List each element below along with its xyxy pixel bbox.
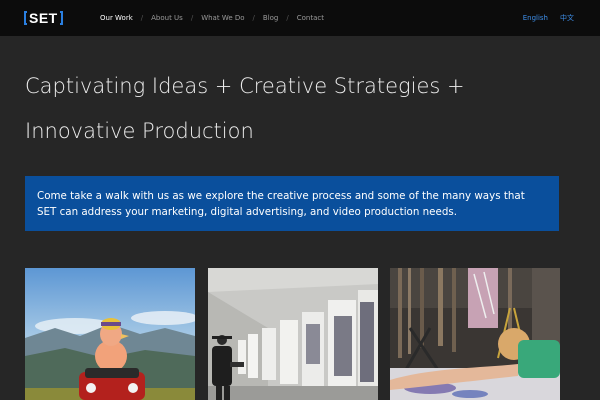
- top-navigation-bar: SET Our Work / About Us / What We Do / B…: [0, 0, 600, 36]
- nav-separator: /: [252, 14, 255, 22]
- nav-about-us[interactable]: About Us: [151, 14, 183, 22]
- logo-right-bracket: [59, 11, 63, 25]
- nav-our-work[interactable]: Our Work: [100, 14, 133, 22]
- nav-blog[interactable]: Blog: [263, 14, 278, 22]
- language-switcher: English 中文: [523, 13, 574, 23]
- studio-image: [390, 268, 560, 400]
- gallery-image: [208, 268, 378, 400]
- duck-car-image: [25, 268, 195, 400]
- page-headline: Captivating Ideas + Creative Strategies …: [25, 74, 465, 143]
- set-logo[interactable]: SET: [24, 10, 63, 26]
- intro-callout: Come take a walk with us as we explore t…: [25, 176, 559, 231]
- portfolio-card-duck-car[interactable]: [25, 268, 195, 400]
- lang-chinese-link[interactable]: 中文: [560, 13, 574, 23]
- nav-separator: /: [140, 14, 144, 22]
- portfolio-card-studio[interactable]: [390, 268, 560, 400]
- nav-separator: /: [190, 14, 194, 22]
- lang-english-link[interactable]: English: [523, 14, 548, 22]
- main-nav: Our Work / About Us / What We Do / Blog …: [100, 14, 324, 22]
- logo-text: SET: [29, 10, 58, 26]
- nav-what-we-do[interactable]: What We Do: [201, 14, 244, 22]
- nav-separator: /: [286, 14, 289, 22]
- portfolio-card-gallery[interactable]: [208, 268, 378, 400]
- nav-contact[interactable]: Contact: [297, 14, 324, 22]
